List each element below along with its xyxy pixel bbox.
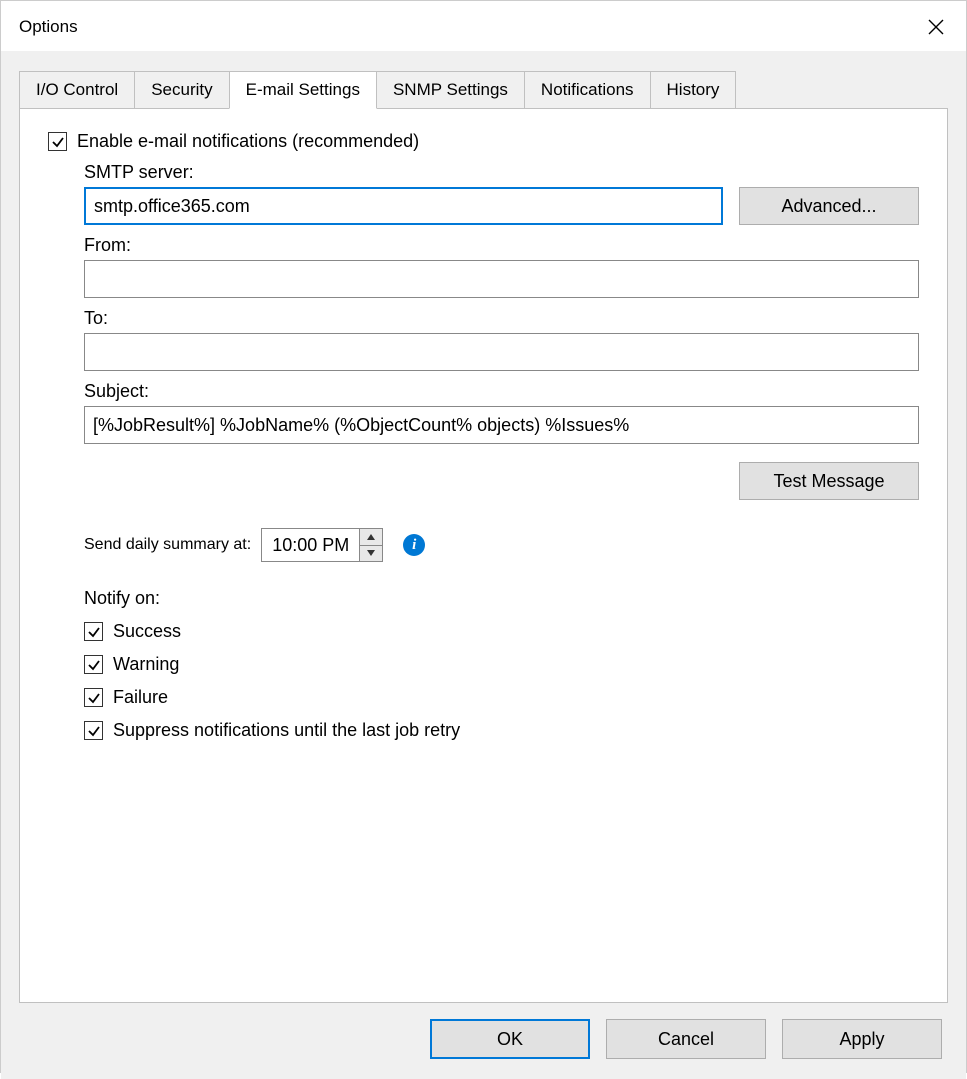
tab-notifications[interactable]: Notifications — [524, 71, 651, 108]
close-icon — [928, 19, 944, 35]
options-dialog: Options I/O Control Security E-mail Sett… — [0, 0, 967, 1073]
notify-success-checkbox[interactable] — [84, 622, 103, 641]
advanced-button[interactable]: Advanced... — [739, 187, 919, 225]
daily-summary-time-value: 10:00 PM — [262, 529, 359, 561]
to-input[interactable] — [84, 333, 919, 371]
titlebar: Options — [1, 1, 966, 51]
notify-warning-label: Warning — [113, 654, 179, 675]
tab-email-settings[interactable]: E-mail Settings — [229, 71, 377, 109]
dialog-footer: OK Cancel Apply — [1, 1003, 966, 1079]
from-label: From: — [84, 235, 919, 256]
notify-success-row: Success — [84, 621, 919, 642]
notify-failure-label: Failure — [113, 687, 168, 708]
notify-on-section: Notify on: Success Warning — [84, 588, 919, 741]
notify-suppress-row: Suppress notifications until the last jo… — [84, 720, 919, 741]
enable-notifications-checkbox[interactable] — [48, 132, 67, 151]
smtp-server-input[interactable] — [84, 187, 723, 225]
notify-success-label: Success — [113, 621, 181, 642]
email-fields: SMTP server: Advanced... From: To: Subje… — [84, 162, 919, 741]
tab-io-control[interactable]: I/O Control — [19, 71, 135, 108]
time-spin-up[interactable] — [360, 529, 382, 546]
check-icon — [87, 625, 101, 639]
cancel-button[interactable]: Cancel — [606, 1019, 766, 1059]
notify-suppress-label: Suppress notifications until the last jo… — [113, 720, 460, 741]
email-settings-panel: Enable e-mail notifications (recommended… — [19, 108, 948, 1003]
subject-label: Subject: — [84, 381, 919, 402]
enable-notifications-row: Enable e-mail notifications (recommended… — [48, 131, 919, 152]
smtp-server-label: SMTP server: — [84, 162, 919, 183]
check-icon — [87, 691, 101, 705]
tab-security[interactable]: Security — [134, 71, 229, 108]
notify-warning-checkbox[interactable] — [84, 655, 103, 674]
tab-strip: I/O Control Security E-mail Settings SNM… — [19, 71, 948, 108]
enable-notifications-label: Enable e-mail notifications (recommended… — [77, 131, 419, 152]
daily-summary-time-spinner[interactable]: 10:00 PM — [261, 528, 383, 562]
time-spin-down[interactable] — [360, 546, 382, 562]
chevron-up-icon — [367, 534, 375, 540]
window-title: Options — [19, 17, 78, 37]
notify-warning-row: Warning — [84, 654, 919, 675]
check-icon — [87, 724, 101, 738]
info-icon[interactable]: i — [403, 534, 425, 556]
notify-suppress-checkbox[interactable] — [84, 721, 103, 740]
notify-failure-row: Failure — [84, 687, 919, 708]
close-button[interactable] — [920, 11, 952, 43]
test-message-button[interactable]: Test Message — [739, 462, 919, 500]
subject-input[interactable] — [84, 406, 919, 444]
chevron-down-icon — [367, 550, 375, 556]
tab-history[interactable]: History — [650, 71, 737, 108]
daily-summary-label: Send daily summary at: — [84, 536, 251, 554]
check-icon — [87, 658, 101, 672]
dialog-body: I/O Control Security E-mail Settings SNM… — [1, 51, 966, 1003]
check-icon — [51, 135, 65, 149]
tab-snmp-settings[interactable]: SNMP Settings — [376, 71, 525, 108]
to-label: To: — [84, 308, 919, 329]
notify-on-label: Notify on: — [84, 588, 919, 609]
from-input[interactable] — [84, 260, 919, 298]
ok-button[interactable]: OK — [430, 1019, 590, 1059]
apply-button[interactable]: Apply — [782, 1019, 942, 1059]
notify-failure-checkbox[interactable] — [84, 688, 103, 707]
daily-summary-row: Send daily summary at: 10:00 PM i — [84, 528, 919, 562]
